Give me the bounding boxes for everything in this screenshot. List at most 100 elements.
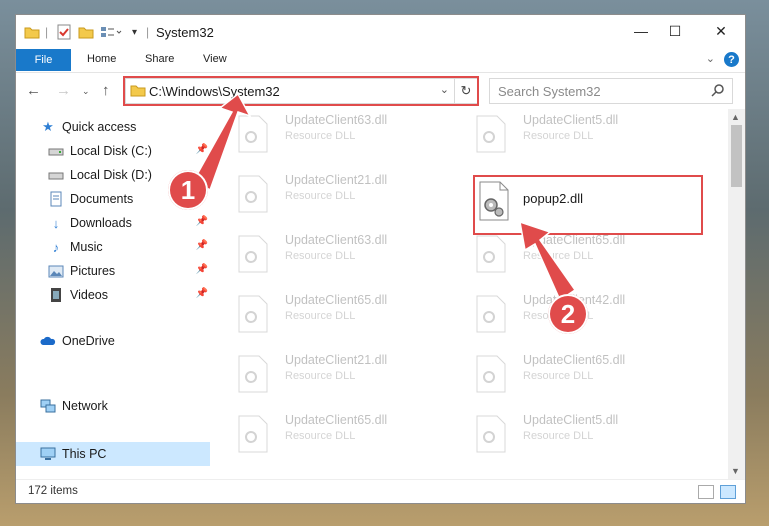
file-description: Resource DLL <box>523 130 594 142</box>
tab-home[interactable]: Home <box>87 53 116 65</box>
help-button[interactable]: ? <box>724 52 739 67</box>
file-description: Resource DLL <box>285 310 356 322</box>
new-folder-icon[interactable] <box>78 24 94 40</box>
pin-icon: 📌 <box>195 216 208 227</box>
nav-onedrive[interactable]: OneDrive <box>40 330 115 352</box>
nav-label: Downloads <box>70 216 132 230</box>
dll-file-icon <box>238 415 268 453</box>
step-1-badge: 1 <box>168 170 208 210</box>
dll-file-icon <box>476 235 506 273</box>
tiles-view-icon[interactable] <box>720 485 736 499</box>
dll-file-icon <box>476 295 506 333</box>
nav-label: Music <box>70 240 103 254</box>
cloud-icon <box>40 333 56 349</box>
file-tile[interactable]: UpdateClient5.dll Resource DLL <box>451 109 651 161</box>
nav-this-pc[interactable]: This PC <box>40 443 106 465</box>
nav-item-videos[interactable]: Videos 📌 <box>48 284 212 306</box>
nav-label: Local Disk (C:) <box>70 144 152 158</box>
scroll-up-icon[interactable]: ▲ <box>731 112 740 122</box>
folder-icon <box>24 24 40 40</box>
nav-item-downloads[interactable]: ↓ Downloads 📌 <box>48 212 212 234</box>
address-highlight-box <box>123 76 479 106</box>
dll-gear-file-icon <box>479 181 509 221</box>
file-tile[interactable]: UpdateClient65.dll Resource DLL <box>213 409 413 461</box>
file-tile[interactable]: UpdateClient65.dll Resource DLL <box>451 349 651 401</box>
back-arrow-icon[interactable]: ← <box>26 82 41 99</box>
details-view-icon[interactable] <box>698 485 714 499</box>
file-tile[interactable]: UpdateClient21.dll Resource DLL <box>213 349 413 401</box>
dll-file-icon <box>476 115 506 153</box>
tab-file[interactable]: File <box>16 49 71 71</box>
nav-label: Documents <box>70 192 134 206</box>
highlighted-file-name[interactable]: popup2.dll <box>523 191 583 206</box>
file-name: UpdateClient65.dll <box>523 353 626 367</box>
dll-file-icon <box>238 115 268 153</box>
view-menu-icon[interactable] <box>100 24 122 40</box>
star-icon: ★ <box>42 119 54 134</box>
downloads-icon: ↓ <box>52 215 60 231</box>
item-count: 172 items <box>28 485 78 497</box>
videos-icon <box>48 287 64 303</box>
dll-file-icon <box>238 175 268 213</box>
pin-icon: 📌 <box>195 144 208 155</box>
address-row: ← → ⌄ ↑ C:\Windows\System32 ⌄ ↻ Search S… <box>16 72 745 109</box>
nav-quick-access[interactable]: ★ Quick access <box>40 116 136 138</box>
pictures-icon <box>48 263 64 279</box>
nav-item-music[interactable]: ♪ Music 📌 <box>48 236 212 258</box>
file-tile[interactable]: UpdateClient63.dll Resource DLL <box>213 229 413 281</box>
nav-label: OneDrive <box>62 334 115 348</box>
step-2-badge: 2 <box>548 294 588 334</box>
file-tile[interactable]: UpdateClient65.dll Resource DLL <box>451 229 651 281</box>
forward-arrow-icon[interactable]: → <box>56 82 71 99</box>
file-name: UpdateClient65.dll <box>285 413 388 427</box>
file-name: UpdateClient21.dll <box>285 353 388 367</box>
file-description: Resource DLL <box>285 430 356 442</box>
dll-file-icon <box>238 235 268 273</box>
separator: | <box>146 25 150 39</box>
dll-file-icon <box>238 295 268 333</box>
file-description: Resource DLL <box>523 430 594 442</box>
ribbon: File Home Share View ⌄ ? <box>16 49 745 71</box>
nav-network[interactable]: Network <box>40 395 108 417</box>
up-arrow-icon[interactable]: ↑ <box>102 82 110 99</box>
properties-icon[interactable] <box>56 24 72 40</box>
file-description: Resource DLL <box>285 130 356 142</box>
tab-view[interactable]: View <box>203 53 227 65</box>
file-name: UpdateClient21.dll <box>285 173 388 187</box>
tab-share[interactable]: Share <box>145 53 174 65</box>
dll-file-icon <box>238 355 268 393</box>
file-explorer-window: | ▾ | System32 — ☐ ✕ File Home Share Vie… <box>15 14 746 504</box>
title-bar: | ▾ | System32 — ☐ ✕ <box>16 15 745 49</box>
expand-ribbon-icon[interactable]: ⌄ <box>706 52 715 65</box>
dll-file-icon <box>476 355 506 393</box>
file-description: Resource DLL <box>285 190 356 202</box>
file-description: Resource DLL <box>285 370 356 382</box>
scroll-thumb[interactable] <box>731 125 742 187</box>
file-description: Resource DLL <box>523 250 594 262</box>
nav-item-pictures[interactable]: Pictures 📌 <box>48 260 212 282</box>
vertical-scrollbar[interactable]: ▲ ▼ <box>728 109 745 479</box>
file-tile[interactable]: UpdateClient63.dll Resource DLL <box>213 109 413 161</box>
recent-locations-icon[interactable]: ⌄ <box>82 86 90 97</box>
customize-toolbar-icon[interactable]: ▾ <box>132 24 137 40</box>
minimize-button[interactable]: — <box>624 19 658 43</box>
nav-item-local-disk-c[interactable]: Local Disk (C:) 📌 <box>48 140 212 162</box>
pin-icon: 📌 <box>195 240 208 251</box>
documents-icon <box>48 191 64 207</box>
navigation-pane: ★ Quick access Local Disk (C:) 📌 Local D… <box>16 109 212 479</box>
file-tile[interactable]: UpdateClient5.dll Resource DLL <box>451 409 651 461</box>
nav-label: Videos <box>70 288 108 302</box>
file-tile[interactable]: UpdateClient21.dll Resource DLL <box>213 169 413 221</box>
drive-icon <box>48 167 64 183</box>
scroll-down-icon[interactable]: ▼ <box>731 466 740 476</box>
pin-icon: 📌 <box>195 264 208 275</box>
file-tile[interactable]: UpdateClient65.dll Resource DLL <box>213 289 413 341</box>
close-button[interactable]: ✕ <box>704 19 738 43</box>
window-title: System32 <box>156 25 214 40</box>
search-box[interactable]: Search System32 <box>489 78 733 104</box>
pin-icon: 📌 <box>195 288 208 299</box>
search-icon[interactable] <box>711 83 725 100</box>
network-icon <box>40 398 56 414</box>
maximize-button[interactable]: ☐ <box>658 19 692 43</box>
nav-label: Local Disk (D:) <box>70 168 152 182</box>
